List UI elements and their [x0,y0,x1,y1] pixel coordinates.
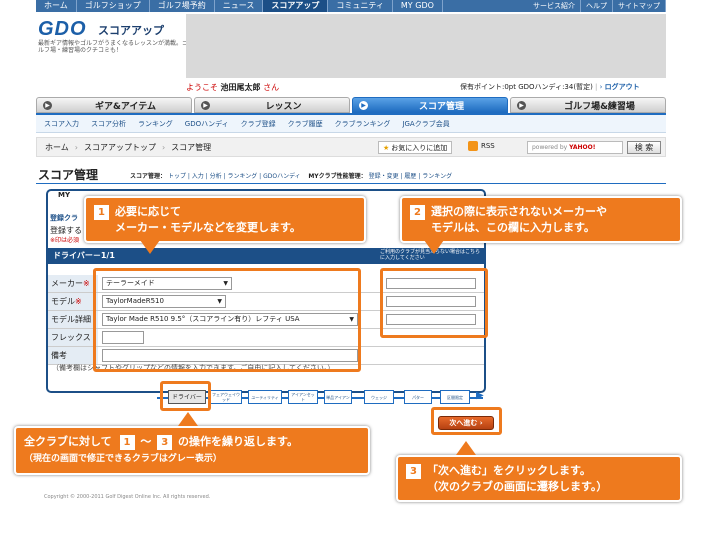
gdo-logo[interactable]: GDO [38,18,87,41]
welcome-message: ようこそ 池田尾太郎 さん [186,82,279,93]
ad-banner [186,14,666,78]
callout-pointer [178,412,198,426]
subnav-jga-member[interactable]: JGAクラブ会員 [402,119,449,129]
arrow-right-icon: ▶ [476,390,484,401]
tab-gear[interactable]: ▶ ギア&アイテム [36,97,192,113]
tab-lesson[interactable]: ▶ レッスン [194,97,350,113]
title-divider [36,183,666,184]
tagline: 最新ギア情報やゴルフがうまくなるレッスンが満載。ゴルフ場・練習場のクチコミも！ [38,40,189,54]
callout-pointer [424,240,444,254]
rss-link[interactable]: RSS [468,141,495,151]
account-status: 保有ポイント:0pt GDOハンディ:34(暫定) | › ログアウト [460,83,640,91]
chevron-right-icon: › [74,142,78,152]
sub-nav: スコア入力 スコア分析 ランキング GDOハンディ クラブ登録 クラブ履歴 クラ… [36,113,666,133]
subnav-club-registration[interactable]: クラブ登録 [241,119,276,129]
logout-link[interactable]: ログアウト [605,83,640,91]
score-menu-links[interactable]: トップ | 入力 | 分析 | ランキング | GDOハンディ [168,173,301,180]
subnav-club-ranking[interactable]: クラブランキング [335,119,391,129]
gdo-handicap: GDOハンディ:34(暫定) [518,83,593,91]
subnav-club-history[interactable]: クラブ履歴 [288,119,323,129]
chevron-right-icon: ▶ [43,100,52,110]
tab-course-range[interactable]: ▶ ゴルフ場&練習場 [510,97,666,113]
topnav-services[interactable]: サービス紹介 [528,0,581,12]
rss-icon [468,141,478,151]
callout-step-2: 2 選択の際に表示されないメーカーや モデルは、この欄に入力します。 [400,196,682,243]
topnav-help[interactable]: ヘルプ [581,0,613,12]
welcome-prefix: ようこそ [186,83,218,92]
breadcrumb-home[interactable]: ホーム [45,142,69,153]
chevron-right-icon: › [599,83,603,91]
points-balance: 保有ポイント:0pt [460,83,516,91]
page-title: スコア管理 [38,168,99,182]
club-step-fairway-wood[interactable]: フェアウェイウッド [210,390,242,404]
club-menu-links[interactable]: 登録・変更 | 履歴 | ランキング [369,173,453,180]
callout-pointer [140,240,160,254]
welcome-suffix: さん [263,83,280,92]
club-step-iron-set[interactable]: アイアンセット [288,390,318,404]
callout-pointer [456,441,476,455]
club-step-putter[interactable]: パター [404,390,432,404]
topnav-community[interactable]: コミュニティ [328,0,393,12]
chevron-right-icon: ▶ [359,100,368,110]
topnav-home[interactable]: ホーム [36,0,77,12]
club-step-utility[interactable]: ユーティリティ [248,390,282,404]
user-name: 池田尾太郎 [220,83,261,92]
logo-subtitle: スコアアップ [98,24,164,37]
topnav-score-up[interactable]: スコアアップ [263,0,329,12]
required-note: ※印は必須 [50,237,80,244]
form-section-title: 登録クラ [50,214,78,222]
subnav-ranking[interactable]: ランキング [138,119,173,129]
subnav-gdo-handicap[interactable]: GDOハンディ [185,119,229,129]
search-input[interactable]: powered by YAHOO! [527,141,623,154]
highlight-other-fields [380,268,488,338]
add-favorite-button[interactable]: ★ お気に入りに追加 [378,141,453,154]
subnav-score-input[interactable]: スコア入力 [44,119,79,129]
chevron-right-icon: ▶ [201,100,210,110]
main-tabs: ▶ ギア&アイテム ▶ レッスン ▶ スコア管理 ▶ ゴルフ場&練習場 [36,97,666,113]
breadcrumb-score-up[interactable]: スコアアップトップ [84,142,156,153]
topnav-my-gdo[interactable]: MY GDO [393,0,443,12]
form-tab[interactable]: MY [58,191,70,199]
highlight-current-club [160,381,211,411]
highlight-next-button [431,407,502,435]
chevron-right-icon: › [161,142,166,152]
score-menu: スコア管理： トップ | 入力 | 分析 | ランキング | GDOハンディ M… [130,173,453,180]
highlight-standard-fields [93,268,361,372]
club-step-wedge[interactable]: ウェッジ [364,390,394,404]
callout-step-1: 1 必要に応じて メーカー・モデルなどを変更します。 [84,196,366,243]
callout-step-3: 3 「次へ進む」をクリックします。 （次のクラブの画面に遷移します。） [396,455,682,502]
topnav-shop[interactable]: ゴルフショップ [77,0,150,12]
copyright: Copyright © 2000-2011 Golf Digest Online… [44,494,211,500]
topnav-course-booking[interactable]: ゴルフ場予約 [150,0,215,12]
subnav-score-analysis[interactable]: スコア分析 [91,119,126,129]
top-nav: ホーム ゴルフショップ ゴルフ場予約 ニュース スコアアップ コミュニティ MY… [36,0,666,12]
topnav-news[interactable]: ニュース [215,0,264,12]
club-step-other[interactable]: 区間限定 [440,390,470,404]
callout-repeat: 全クラブに対して 1 ～ 3 の操作を繰り返します。 （現在の画面で修正できるク… [14,426,370,475]
chevron-right-icon: ▶ [517,100,526,110]
topnav-sitemap[interactable]: サイトマップ [613,0,666,12]
search-button[interactable]: 検 索 [627,141,661,154]
club-step-single-iron[interactable]: 単品アイアン [324,390,352,404]
bookmark-icon: ★ [383,143,390,152]
breadcrumb-current: スコア管理 [171,142,212,152]
tab-score-management[interactable]: ▶ スコア管理 [352,97,508,113]
